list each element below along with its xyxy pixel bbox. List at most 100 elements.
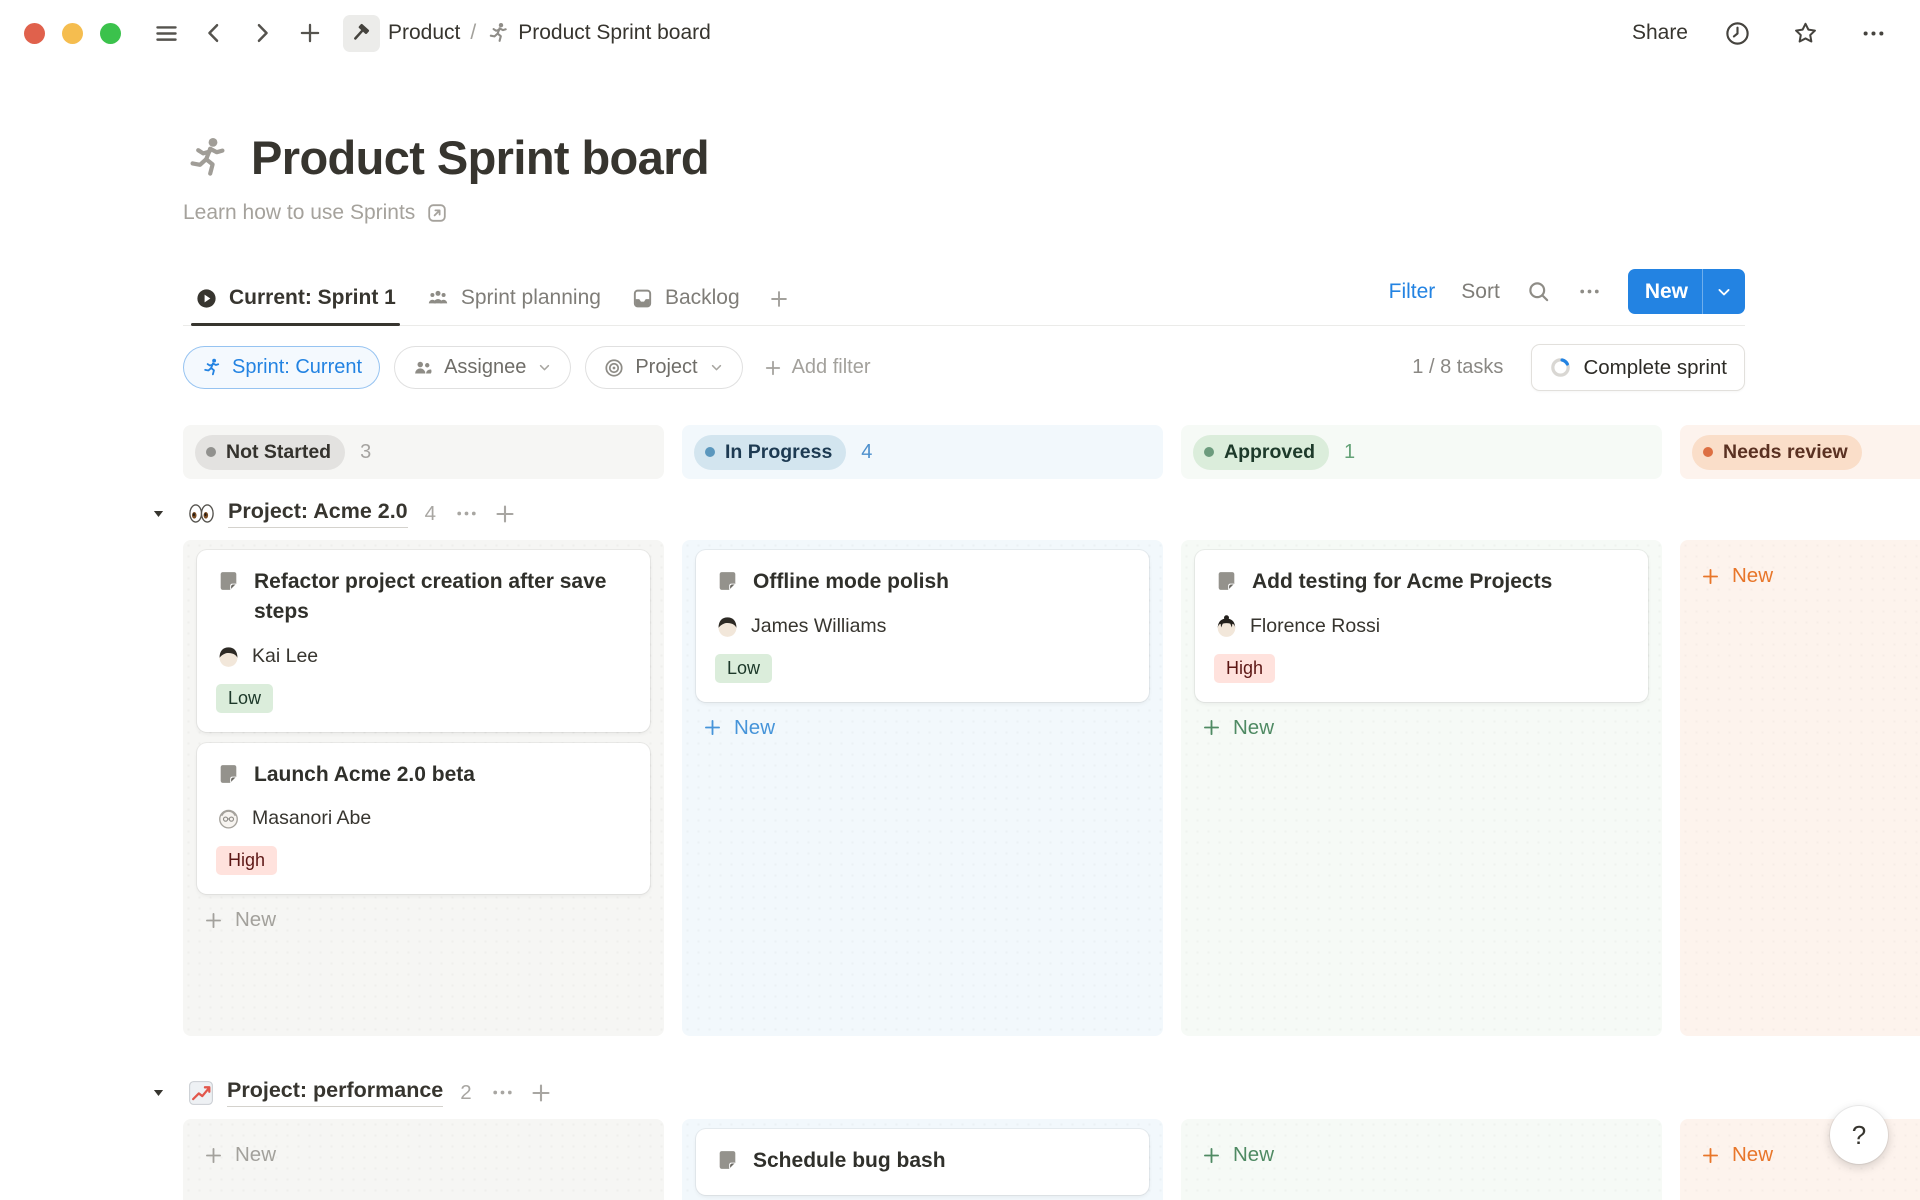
new-dropdown-icon[interactable] <box>1702 269 1745 314</box>
card-add-testing[interactable]: Add testing for Acme Projects Florence R… <box>1195 550 1648 702</box>
sort-link[interactable]: Sort <box>1461 280 1500 304</box>
assignee-name: Masanori Abe <box>252 807 371 830</box>
kanban-board: Not Started 3 In Progress 4 Approved 1 <box>183 425 1920 1200</box>
hammer-icon[interactable] <box>343 15 380 52</box>
card-schedule-bug-bash[interactable]: Schedule bug bash <box>696 1129 1149 1195</box>
new-page-icon[interactable] <box>291 14 329 52</box>
eyes-emoji-icon <box>187 499 216 528</box>
new-card-button[interactable]: New <box>1195 704 1648 752</box>
card-offline-mode-polish[interactable]: Offline mode polish James Williams Low <box>696 550 1149 702</box>
group-more-icon[interactable] <box>490 1080 515 1105</box>
column-header-in-progress: In Progress 4 <box>682 425 1163 479</box>
assignee-name: James Williams <box>751 615 886 638</box>
page-icon <box>216 569 241 594</box>
page-icon-runner[interactable] <box>183 134 231 182</box>
sidebar-menu-icon[interactable] <box>147 14 185 52</box>
column-count: 4 <box>861 441 872 464</box>
zoom-window-button[interactable] <box>100 23 121 44</box>
window-titlebar: Product / Product Sprint board Share <box>0 0 1920 66</box>
page-icon <box>1214 569 1239 594</box>
target-icon <box>603 357 625 379</box>
group-title[interactable]: Project: performance <box>227 1078 443 1107</box>
more-options-icon[interactable] <box>1854 14 1892 52</box>
help-button[interactable]: ? <box>1830 1106 1888 1164</box>
column-header-row: Not Started 3 In Progress 4 Approved 1 <box>183 425 1920 479</box>
plus-icon <box>1700 566 1721 587</box>
column-header-not-started: Not Started 3 <box>183 425 664 479</box>
add-view-icon[interactable] <box>758 280 800 325</box>
plus-icon <box>1201 717 1222 738</box>
search-icon[interactable] <box>1526 279 1551 304</box>
add-filter-button[interactable]: Add filter <box>757 356 877 379</box>
filter-pill-sprint[interactable]: Sprint: Current <box>183 346 380 389</box>
minimize-window-button[interactable] <box>62 23 83 44</box>
column-header-needs-review: Needs review <box>1680 425 1920 479</box>
group-more-icon[interactable] <box>454 501 479 526</box>
clock-icon[interactable] <box>1718 14 1756 52</box>
avatar <box>216 806 241 831</box>
people-icon <box>412 357 434 379</box>
complete-sprint-button[interactable]: Complete sprint <box>1531 344 1745 391</box>
status-dot <box>1204 447 1214 457</box>
collapse-triangle-icon[interactable] <box>150 1084 167 1101</box>
filter-pill-assignee[interactable]: Assignee <box>394 346 571 389</box>
assignee-name: Florence Rossi <box>1250 615 1380 638</box>
column-header-approved: Approved 1 <box>1181 425 1662 479</box>
view-options-icon[interactable] <box>1577 279 1602 304</box>
plus-icon <box>1201 1145 1222 1166</box>
column-count: 3 <box>360 441 371 464</box>
filter-link[interactable]: Filter <box>1389 280 1436 304</box>
tab-backlog[interactable]: Backlog <box>619 278 752 325</box>
status-dot <box>1703 447 1713 457</box>
avatar <box>715 614 740 639</box>
chart-increasing-emoji-icon <box>187 1079 215 1107</box>
new-card-button[interactable]: New <box>197 1131 650 1179</box>
nav-forward-icon[interactable] <box>243 14 281 52</box>
card-refactor-project-creation[interactable]: Refactor project creation after save ste… <box>197 550 650 732</box>
breadcrumb-root[interactable]: Product <box>388 21 460 45</box>
priority-tag: High <box>216 846 277 875</box>
group-title[interactable]: Project: Acme 2.0 <box>228 499 408 528</box>
tab-sprint-planning[interactable]: Sprint planning <box>414 278 613 325</box>
plus-icon <box>1700 1145 1721 1166</box>
status-pill-needs-review[interactable]: Needs review <box>1692 435 1862 470</box>
column-count: 1 <box>1344 441 1355 464</box>
plus-icon <box>763 358 783 378</box>
new-card-button[interactable]: New <box>1694 552 1920 600</box>
new-card-button[interactable]: New <box>1195 1131 1648 1179</box>
new-card-button[interactable]: New <box>696 704 1149 752</box>
view-tabs-bar: Current: Sprint 1 Sprint planning Backlo… <box>183 269 1745 326</box>
breadcrumb-separator: / <box>470 21 476 45</box>
group-header-performance: Project: performance 2 <box>150 1078 1920 1107</box>
nav-back-icon[interactable] <box>195 14 233 52</box>
filter-pill-project[interactable]: Project <box>585 346 742 389</box>
cell-acme-in-progress: Offline mode polish James Williams Low N… <box>682 540 1163 1036</box>
page-title: Product Sprint board <box>251 130 709 185</box>
cell-acme-not-started: Refactor project creation after save ste… <box>183 540 664 1036</box>
new-card-button[interactable]: New <box>197 896 650 944</box>
tab-current-sprint[interactable]: Current: Sprint 1 <box>183 278 408 325</box>
new-button[interactable]: New <box>1628 269 1745 314</box>
group-count: 4 <box>425 502 436 526</box>
priority-tag: Low <box>715 654 772 683</box>
collapse-triangle-icon[interactable] <box>150 505 167 522</box>
card-launch-acme-beta[interactable]: Launch Acme 2.0 beta Masanori Abe High <box>197 743 650 895</box>
learn-sprints-link[interactable]: Learn how to use Sprints <box>183 201 449 225</box>
priority-tag: High <box>1214 654 1275 683</box>
avatar <box>1214 614 1239 639</box>
group-add-icon[interactable] <box>529 1081 553 1105</box>
page-icon <box>715 1148 740 1173</box>
share-button[interactable]: Share <box>1632 21 1688 45</box>
cell-performance-not-started: New <box>183 1119 664 1200</box>
group-add-icon[interactable] <box>493 502 517 526</box>
status-pill-in-progress[interactable]: In Progress <box>694 435 846 470</box>
status-pill-not-started[interactable]: Not Started <box>195 435 345 470</box>
close-window-button[interactable] <box>24 23 45 44</box>
plus-icon <box>702 717 723 738</box>
status-dot <box>206 447 216 457</box>
breadcrumb-current[interactable]: Product Sprint board <box>518 21 711 45</box>
star-icon[interactable] <box>1786 14 1824 52</box>
filter-bar: Sprint: Current Assignee Project Add fil… <box>183 344 1745 391</box>
status-pill-approved[interactable]: Approved <box>1193 435 1329 470</box>
cell-performance-in-progress: Schedule bug bash <box>682 1119 1163 1200</box>
